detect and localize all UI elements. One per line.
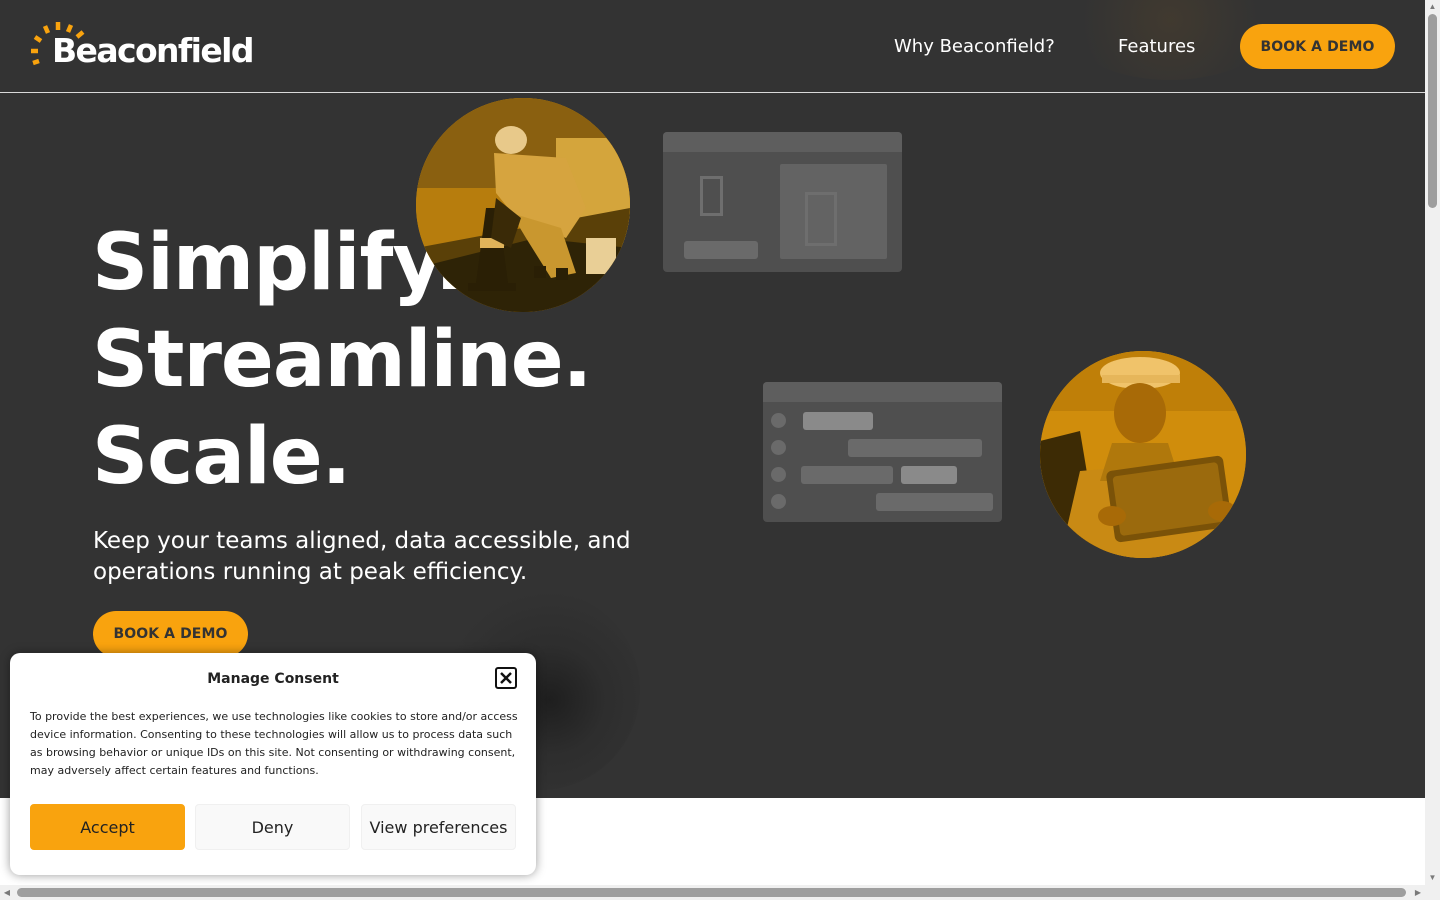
consent-body-text: To provide the best experiences, we use …	[30, 710, 518, 777]
headline-line-scale: Scale.	[92, 412, 351, 502]
nav-why-beaconfield[interactable]: Why Beaconfield?	[894, 36, 1055, 58]
logo[interactable]: Beaconfield	[30, 20, 255, 70]
horizontal-scrollbar-thumb[interactable]	[17, 888, 1406, 897]
vertical-scrollbar-thumb[interactable]	[1428, 14, 1437, 208]
site-header: Beaconfield Why Beaconfield? Features BO…	[0, 0, 1425, 93]
scroll-right-arrow-icon[interactable]: ▶	[1411, 885, 1425, 900]
book-demo-button-hero[interactable]: BOOK A DEMO	[93, 611, 248, 657]
accept-button[interactable]: Accept	[30, 804, 185, 850]
scroll-down-arrow-icon[interactable]: ▼	[1425, 871, 1440, 885]
consent-title: Manage Consent	[207, 671, 339, 687]
scroll-left-arrow-icon[interactable]: ◀	[0, 885, 14, 900]
worker-with-tablet-photo	[1040, 351, 1246, 558]
hero-subtext: Keep your teams aligned, data accessible…	[93, 528, 631, 585]
mock-ui-list-card	[763, 382, 1002, 522]
consent-dialog: Manage Consent To provide the best exper…	[10, 653, 536, 875]
view-preferences-button[interactable]: View preferences	[361, 804, 516, 850]
deny-button[interactable]: Deny	[195, 804, 350, 850]
close-icon[interactable]	[495, 667, 517, 689]
mock-ui-card	[663, 132, 902, 272]
scrollbar-corner	[1425, 885, 1440, 900]
page: Beaconfield Why Beaconfield? Features BO…	[0, 0, 1425, 885]
horizontal-scrollbar[interactable]: ◀ ▶	[0, 885, 1425, 900]
logo-text: Beaconfield	[52, 31, 255, 70]
vertical-scrollbar[interactable]: ▲ ▼	[1425, 0, 1440, 885]
nav-features[interactable]: Features	[1118, 36, 1195, 58]
headline-line-streamline: Streamline.	[92, 315, 592, 405]
worker-with-traffic-cone-photo	[416, 98, 630, 312]
book-demo-button-header[interactable]: BOOK A DEMO	[1240, 24, 1395, 69]
scroll-up-arrow-icon[interactable]: ▲	[1425, 0, 1440, 14]
